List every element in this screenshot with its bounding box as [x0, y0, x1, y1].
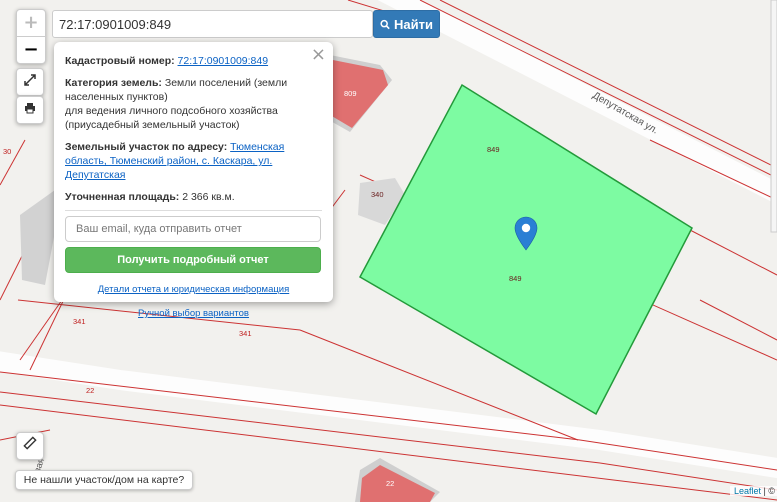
category-label: Категория земель: — [65, 77, 162, 89]
leaflet-link[interactable]: Leaflet — [734, 486, 761, 496]
zoom-control: + − — [16, 9, 46, 64]
fullscreen-control — [16, 68, 44, 96]
building-label-809: 809 — [344, 89, 357, 98]
use-value: для ведения личного подсобного хозяйства… — [65, 105, 278, 131]
get-report-button[interactable]: Получить подробный отчет — [65, 247, 321, 273]
building-label-340: 340 — [371, 190, 384, 199]
zoom-in-button[interactable]: + — [17, 10, 45, 37]
fullscreen-icon[interactable] — [17, 69, 43, 95]
close-icon[interactable]: × — [311, 45, 326, 65]
area-value: 2 366 кв.м. — [182, 191, 235, 203]
search-button-label: Найти — [394, 16, 433, 32]
not-found-button[interactable]: Не нашли участок/дом на карте? — [15, 470, 193, 490]
measure-control — [16, 432, 44, 460]
parcel-label-top: 849 — [487, 145, 500, 154]
parcel-label-22: 22 — [86, 386, 94, 395]
parcel-info-popup: × Кадастровый номер: 72:17:0901009:849 К… — [54, 42, 333, 319]
zoom-out-button[interactable]: − — [17, 37, 45, 63]
attribution-rest: | © — [763, 486, 775, 496]
report-details-link[interactable]: Детали отчета и юридическая информация — [98, 284, 290, 295]
cadastral-label: Кадастровый номер: — [65, 55, 175, 67]
popup-divider — [65, 210, 322, 211]
email-field[interactable] — [65, 216, 321, 242]
address-row: Земельный участок по адресу: Тюменская о… — [65, 140, 322, 182]
ruler-icon[interactable] — [17, 433, 43, 459]
details-link-wrap: Детали отчета и юридическая информация — [65, 283, 322, 297]
cadastral-row: Кадастровый номер: 72:17:0901009:849 — [65, 54, 322, 68]
parcel-label-341-b: 341 — [239, 329, 252, 338]
category-row: Категория земель: Земли поселений (земли… — [65, 76, 322, 132]
area-label: Уточненная площадь: — [65, 191, 180, 203]
search-button[interactable]: Найти — [373, 10, 440, 38]
map-edge — [770, 0, 777, 233]
manual-link-wrap: Ручной выбор вариантов — [65, 307, 322, 321]
parcel-label-main: 849 — [509, 274, 522, 283]
area-row: Уточненная площадь: 2 366 кв.м. — [65, 190, 322, 204]
parcel-label-30: 30 — [3, 147, 11, 156]
building-label-22: 22 — [386, 479, 394, 488]
cadastral-link[interactable]: 72:17:0901009:849 — [178, 55, 269, 67]
map-attribution: Leaflet | © — [729, 486, 777, 496]
manual-selection-link[interactable]: Ручной выбор вариантов — [138, 308, 249, 319]
search-icon — [380, 19, 390, 29]
address-label: Земельный участок по адресу: — [65, 141, 228, 153]
search-input[interactable] — [52, 10, 373, 38]
print-control — [16, 96, 44, 124]
print-icon[interactable] — [17, 97, 43, 123]
